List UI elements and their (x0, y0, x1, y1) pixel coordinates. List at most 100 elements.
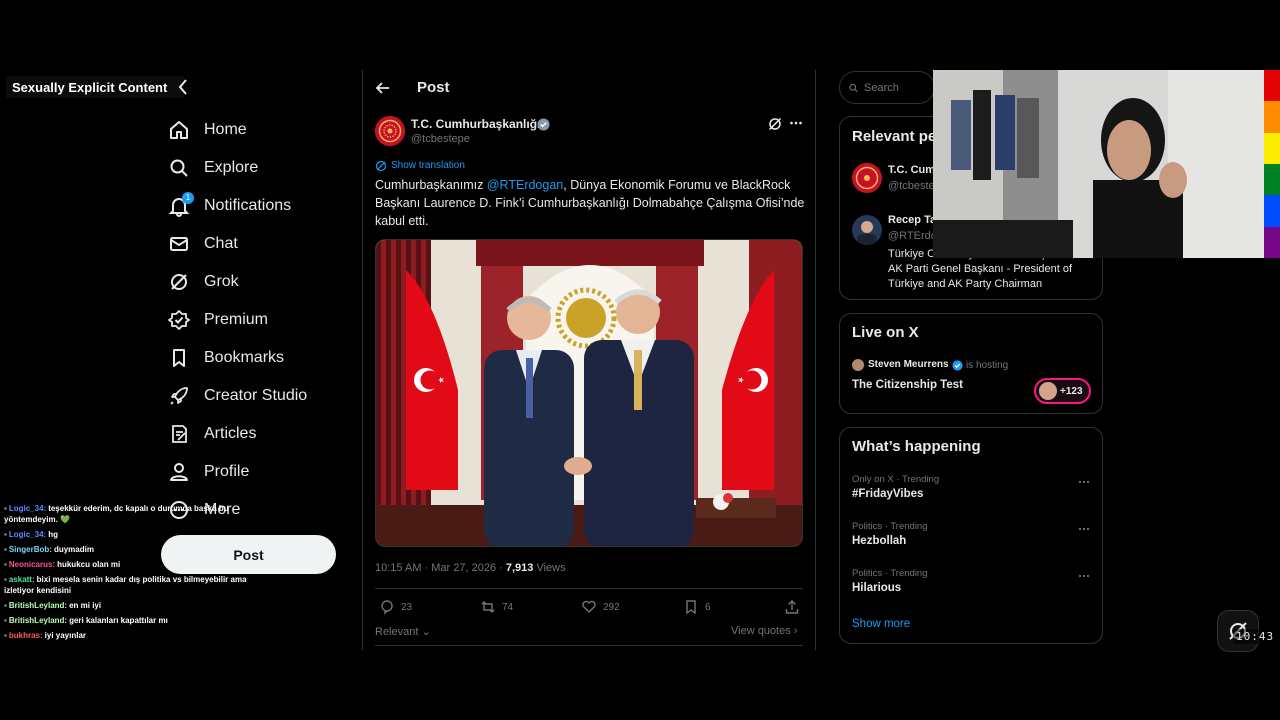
chat-badge-icon: ▪ (4, 504, 7, 513)
repost-button[interactable]: 74 (480, 599, 513, 615)
nav-profile[interactable]: Profile (168, 454, 249, 490)
nav-bookmarks[interactable]: Bookmarks (168, 340, 284, 376)
chat-username[interactable]: BritishLeyland: (9, 601, 67, 610)
nav-articles-label: Articles (204, 425, 257, 442)
person-avatar[interactable] (852, 163, 882, 193)
share-button[interactable] (784, 599, 806, 615)
search-bar[interactable] (839, 71, 935, 104)
heart-icon (582, 600, 596, 613)
trend-meta: Politics · Trending (852, 521, 928, 532)
post-photo[interactable] (375, 239, 803, 547)
collapse-icon[interactable] (176, 78, 190, 96)
search-icon (168, 157, 190, 179)
chat-message: ▪ Logic_34: teşekkür ederim, dc kapalı o d… (4, 503, 264, 525)
chat-username[interactable]: Logic_34: (9, 530, 46, 539)
bell-icon: 1 (168, 192, 194, 217)
nav-premium-label: Premium (204, 311, 269, 328)
timestamp-text: 10:15 AM · Mar 27, 2026 · (375, 562, 506, 574)
show-translation-link[interactable]: Show translation (391, 160, 465, 171)
view-quotes-link[interactable]: View quotes › (731, 625, 797, 637)
person-avatar[interactable] (852, 215, 882, 245)
nav-explore[interactable]: Explore (168, 150, 258, 186)
portrait-photo (857, 221, 877, 245)
repost-count: 74 (502, 601, 514, 613)
live-host-name[interactable]: Steven Meurrens (868, 359, 949, 370)
mention-link[interactable]: @RTErdogan (487, 178, 563, 192)
author-handle[interactable]: @tcbestepe (411, 133, 470, 145)
nav-home[interactable]: Home (168, 112, 247, 148)
chat-username[interactable]: bukhras: (9, 631, 43, 640)
reply-count: 23 (401, 601, 413, 613)
chat-text: iyi yayınlar (44, 631, 86, 640)
chat-username[interactable]: askatt: (9, 575, 35, 584)
listener-avatar (1039, 382, 1057, 400)
chat-text: bixi mesela senin kadar dış politika vs … (4, 575, 247, 595)
reply-icon (381, 600, 393, 615)
nav-articles[interactable]: Articles (168, 416, 256, 452)
bookmark-count: 6 (705, 601, 711, 613)
reply-sort-dropdown[interactable]: Relevant ⌄ (375, 625, 431, 638)
chat-message: ▪ askatt: bixi mesela senin kadar dış poli… (4, 574, 264, 596)
grok-icon[interactable] (768, 117, 782, 131)
like-count: 292 (603, 601, 620, 613)
author-avatar[interactable] (375, 116, 405, 146)
live-space-title[interactable]: The Citizenship Test (852, 379, 963, 391)
chat-badge-icon: ▪ (4, 530, 7, 539)
back-arrow-icon[interactable] (375, 80, 391, 96)
chat-username[interactable]: BritishLeyland: (9, 616, 67, 625)
more-horizontal-icon[interactable] (1077, 522, 1091, 536)
more-horizontal-icon[interactable] (1077, 475, 1091, 489)
chat-message: ▪ BritishLeyland: en mi iyi (4, 600, 264, 611)
rainbow-flag-strip (1264, 70, 1280, 258)
rainbow-stripe (1264, 101, 1280, 133)
view-quotes-label: View quotes (731, 625, 791, 637)
nav-profile-label: Profile (204, 463, 250, 480)
presidential-seal-icon (375, 116, 405, 146)
explicit-content-label: Sexually Explicit Content (6, 76, 184, 98)
author-name[interactable]: T.C. Cumhurbaşkanlığı (411, 117, 540, 131)
nav-premium[interactable]: Premium (168, 302, 268, 338)
articles-icon (168, 423, 190, 445)
rainbow-stripe (1264, 226, 1280, 258)
nav-chat[interactable]: Chat (168, 226, 238, 262)
more-horizontal-icon[interactable] (789, 116, 803, 130)
like-button[interactable]: 292 (581, 599, 620, 615)
stream-chat: ▪ Logic_34: teşekkür ederim, dc kapalı o d… (4, 503, 264, 645)
chat-badge-icon: ▪ (4, 545, 7, 554)
chat-text: geri kalanları kapattılar mı (69, 616, 168, 625)
reply-button[interactable]: 23 (379, 599, 412, 615)
notification-badge: 1 (182, 192, 194, 204)
home-icon (168, 119, 190, 141)
trend-name[interactable]: #FridayVibes (852, 488, 923, 500)
rainbow-stripe (1264, 132, 1280, 164)
share-icon (785, 600, 799, 614)
chevron-down-icon: ⌄ (421, 626, 431, 638)
live-listeners-badge[interactable]: +123 (1034, 378, 1091, 404)
listener-count: +123 (1060, 385, 1083, 397)
chat-text: en mi iyi (69, 601, 102, 610)
bookmark-button[interactable]: 6 (683, 599, 711, 615)
stream-clock: 10:43 (1233, 629, 1278, 644)
chat-username[interactable]: SingerBob: (9, 545, 52, 554)
nav-chat-label: Chat (204, 235, 238, 252)
post-button[interactable]: Post (161, 535, 336, 574)
divider (375, 645, 803, 646)
more-horizontal-icon[interactable] (1077, 569, 1091, 583)
nav-notifications[interactable]: 1 Notifications (168, 188, 291, 224)
chat-text: duymadim (53, 545, 94, 554)
chat-message: ▪ bukhras: iyi yayınlar (4, 630, 264, 641)
trend-name[interactable]: Hezbollah (852, 535, 906, 547)
chat-username[interactable]: Neonicarus: (9, 560, 55, 569)
chat-username[interactable]: Logic_34: (9, 504, 46, 513)
search-input[interactable] (864, 81, 934, 94)
card-title: Live on X (852, 324, 919, 341)
nav-creator-studio[interactable]: Creator Studio (168, 378, 307, 414)
nav-grok[interactable]: Grok (168, 264, 239, 300)
webcam-feed (933, 70, 1264, 258)
card-title: What’s happening (852, 438, 981, 455)
chat-badge-icon: ▪ (4, 601, 7, 610)
show-more-link[interactable]: Show more (852, 618, 910, 630)
rainbow-stripe (1264, 70, 1280, 102)
trend-name[interactable]: Hilarious (852, 582, 901, 594)
nav-grok-label: Grok (204, 273, 239, 290)
